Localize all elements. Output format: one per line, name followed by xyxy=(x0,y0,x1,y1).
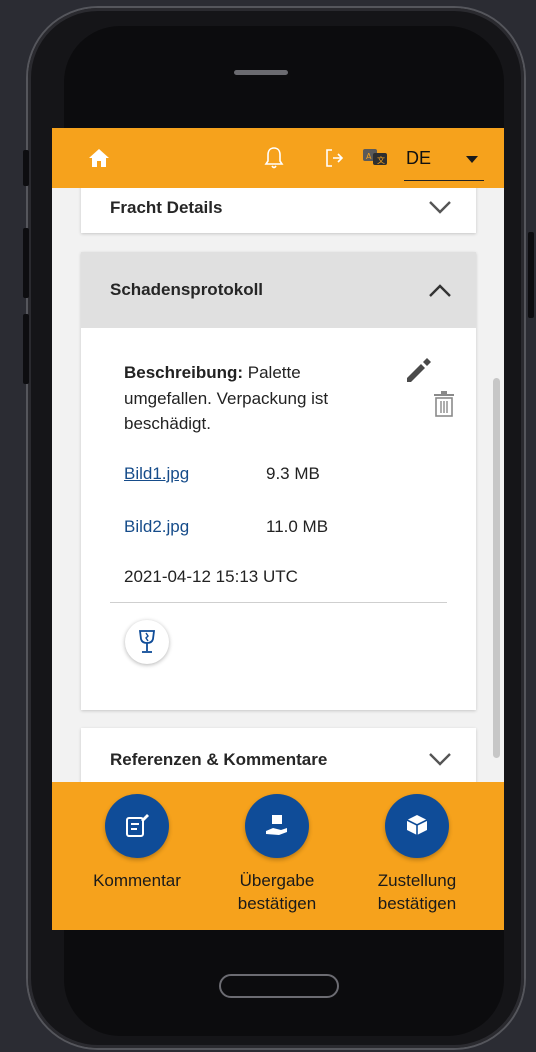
language-icon: A 文 xyxy=(363,149,387,165)
file-size: 9.3 MB xyxy=(266,464,320,483)
phone-volume-down xyxy=(23,314,29,384)
handover-button[interactable] xyxy=(245,794,309,858)
delivery-button[interactable] xyxy=(385,794,449,858)
chevron-down-icon[interactable] xyxy=(428,752,452,766)
delivery-icon xyxy=(406,815,428,835)
edit-pencil-icon[interactable] xyxy=(403,356,431,384)
comment-action[interactable]: Kommentar xyxy=(72,794,202,893)
action-label: Übergabe bestätigen xyxy=(212,870,342,916)
label-line: bestätigen xyxy=(237,893,317,913)
damage-description: Beschreibung: Palette umgefallen. Verpac… xyxy=(124,360,374,437)
comment-button[interactable] xyxy=(105,794,169,858)
language-select[interactable]: DE xyxy=(404,148,484,181)
fragile-glass-icon xyxy=(138,630,156,653)
svg-text:文: 文 xyxy=(377,155,385,165)
schadensprotokoll-section: Schadensprotokoll Beschreibung: Palette … xyxy=(81,252,476,710)
delete-trash-icon[interactable] xyxy=(431,390,457,418)
chevron-up-icon[interactable] xyxy=(428,284,452,298)
referenzen-section[interactable]: Referenzen & Kommentare xyxy=(81,728,476,782)
scrollbar[interactable] xyxy=(493,378,500,758)
damage-timestamp: 2021-04-12 15:13 UTC xyxy=(124,567,298,586)
phone-speaker xyxy=(234,70,288,75)
description-label: Beschreibung: xyxy=(124,363,244,382)
fracht-details-section[interactable]: Fracht Details xyxy=(81,188,476,233)
label-line: Kommentar xyxy=(93,871,181,890)
action-bar: Kommentar Übergabe bestätigen Zustellung… xyxy=(52,782,504,930)
svg-text:A: A xyxy=(366,152,372,161)
handover-action[interactable]: Übergabe bestätigen xyxy=(212,794,342,916)
file-link[interactable]: Bild1.jpg xyxy=(124,464,189,484)
label-line: bestätigen xyxy=(377,893,457,913)
section-title: Schadensprotokoll xyxy=(110,280,264,299)
action-label: Kommentar xyxy=(72,870,202,893)
section-title: Fracht Details xyxy=(110,198,223,217)
bell-icon[interactable] xyxy=(264,146,284,170)
file-link[interactable]: Bild2.jpg xyxy=(124,517,189,537)
phone-home-button[interactable] xyxy=(219,974,339,998)
language-value: DE xyxy=(406,148,432,168)
handover-icon xyxy=(266,815,287,835)
logout-icon[interactable] xyxy=(324,147,346,169)
content-scroll-area[interactable]: Fracht Details Schadensprotokoll Beschre… xyxy=(52,188,504,782)
dropdown-arrow-icon xyxy=(466,156,478,163)
delivery-action[interactable]: Zustellung bestätigen xyxy=(352,794,482,916)
label-line: Übergabe xyxy=(239,871,315,890)
app-screen: A 文 DE Fracht Details Schadensprotokoll … xyxy=(52,128,504,930)
action-label: Zustellung bestätigen xyxy=(352,870,482,916)
chevron-down-icon[interactable] xyxy=(428,200,452,214)
file-size: 11.0 MB xyxy=(266,517,329,536)
home-icon[interactable] xyxy=(88,148,110,168)
section-title: Referenzen & Kommentare xyxy=(110,750,328,769)
phone-side-button xyxy=(23,150,29,186)
comment-icon xyxy=(126,814,149,837)
label-line: Zustellung xyxy=(377,871,457,890)
app-header: A 文 DE xyxy=(52,128,504,188)
phone-volume-up xyxy=(23,228,29,298)
phone-power-button xyxy=(528,232,534,318)
section-header[interactable]: Schadensprotokoll xyxy=(81,252,476,328)
fragile-button[interactable] xyxy=(125,620,169,664)
divider xyxy=(110,602,447,603)
